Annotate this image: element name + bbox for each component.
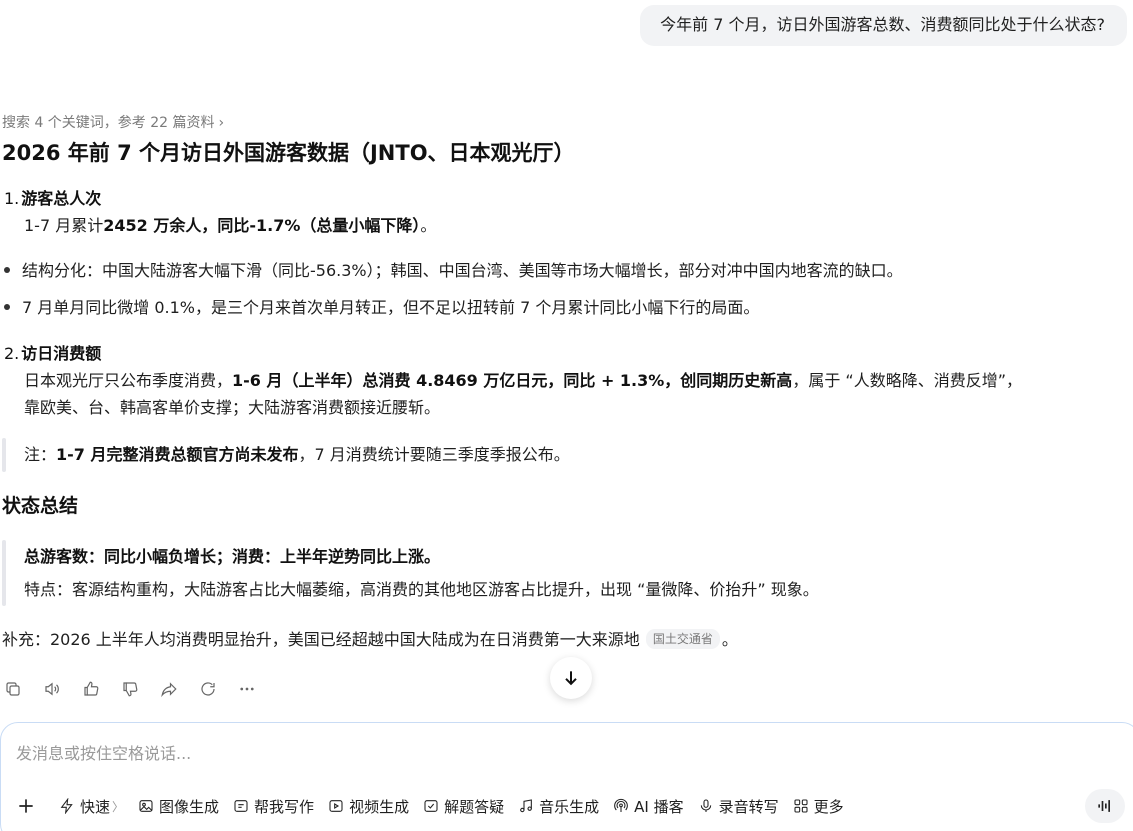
spending-line-bold: 1-6 月（上半年）总消费 4.8469 万亿日元，同比 + 1.3%，创同期历…: [232, 371, 793, 390]
tool-ai-podcast[interactable]: AI 播客: [613, 796, 684, 817]
supplement-text: 补充：2026 上半年人均消费明显抬升，美国已经超越中国大陆成为在日消费第一大来…: [2, 630, 640, 649]
spending-line-pre: 日本观光厅只公布季度消费，: [24, 371, 233, 390]
visitors-line-pre: 1-7 月累计: [24, 216, 104, 235]
note-line: 注：1-7 月完整消费总额官方尚未发布，7 月消费统计要随三季度季报公布。: [24, 442, 570, 468]
section-number: 2.: [4, 344, 20, 363]
arrow-down-icon: [565, 671, 577, 686]
lightning-icon: [60, 798, 73, 814]
grid-icon: [794, 799, 808, 813]
bullet-item: 结构分化：中国大陆游客大幅下滑（同比-56.3%）；韩国、中国台湾、美国等市场大…: [4, 258, 903, 284]
search-sources-link[interactable]: 搜索 4 个关键词，参考 22 篇资料 ›: [2, 112, 224, 134]
message-composer: 快速〉 图像生成 帮我写作 视频生成 解题答疑 音乐生成 AI 播客 录音转写: [0, 722, 1133, 831]
section-heading-text: 访日消费额: [21, 344, 102, 363]
tool-label: 更多: [813, 797, 844, 816]
plus-icon: [19, 799, 33, 813]
tool-image-generation[interactable]: 图像生成: [138, 796, 219, 817]
composer-toolbar: 快速〉 图像生成 帮我写作 视频生成 解题答疑 音乐生成 AI 播客 录音转写: [13, 793, 858, 819]
spending-line-1: 日本观光厅只公布季度消费，1-6 月（上半年）总消费 4.8469 万亿日元，同…: [24, 368, 1022, 394]
tool-writing[interactable]: 帮我写作: [233, 796, 314, 817]
tool-label: 快速: [80, 797, 111, 816]
section-heading-spending: 2. 访日消费额: [4, 342, 101, 366]
supplement-line: 补充：2026 上半年人均消费明显抬升，美国已经超越中国大陆成为在日消费第一大来…: [2, 627, 738, 653]
chevron-right-icon: 〉: [112, 799, 125, 814]
tool-label: 解题答疑: [444, 797, 505, 816]
copy-icon[interactable]: [4, 676, 43, 702]
message-input[interactable]: [16, 744, 916, 763]
regenerate-icon[interactable]: [199, 676, 238, 702]
mic-icon: [700, 799, 711, 812]
bullet-dot: [4, 267, 10, 273]
answer-title: 2026 年前 7 个月访日外国游客数据（JNTO、日本观光厅）: [2, 141, 575, 165]
tool-music-generation[interactable]: 音乐生成: [518, 796, 599, 817]
tool-label: 音乐生成: [539, 797, 600, 816]
thumbs-down-icon[interactable]: [121, 676, 160, 702]
chevron-right-icon: ›: [218, 115, 225, 131]
source-citation-tag[interactable]: 国土交通省: [645, 629, 720, 649]
user-message-text: 今年前 7 个月，访日外国游客总数、消费额同比处于什么状态?: [660, 15, 1105, 34]
spending-line-post: ，属于 “人数略降、消费反增”，: [792, 371, 1022, 390]
sound-wave-icon: [1098, 800, 1110, 812]
visitors-total-line: 1-7 月累计2452 万余人，同比-1.7%（总量小幅下降）。: [24, 213, 436, 239]
section-heading-text: 游客总人次: [21, 189, 102, 208]
speaker-icon[interactable]: [43, 676, 82, 702]
share-icon[interactable]: [160, 676, 199, 702]
thumbs-up-icon[interactable]: [82, 676, 121, 702]
tool-label: 图像生成: [159, 797, 220, 816]
scroll-to-bottom-button[interactable]: [550, 657, 592, 699]
tool-label: AI 播客: [634, 797, 684, 816]
note-post: ，7 月消费统计要随三季度季报公布。: [298, 445, 570, 464]
bullet-text: 结构分化：中国大陆游客大幅下滑（同比-56.3%）；韩国、中国台湾、美国等市场大…: [22, 261, 903, 280]
summary-feature-line: 特点：客源结构重构，大陆游客占比大幅萎缩，高消费的其他地区游客占比提升，出现 “…: [24, 580, 819, 599]
section-heading-visitors: 1. 游客总人次: [4, 187, 101, 211]
more-icon[interactable]: [238, 676, 277, 702]
image-icon: [139, 800, 153, 812]
music-icon: [520, 799, 532, 813]
section-number: 1.: [4, 189, 20, 208]
tool-recording-transcription[interactable]: 录音转写: [698, 796, 779, 817]
note-pre: 注：: [24, 445, 57, 464]
video-icon: [329, 800, 343, 812]
user-message-bubble: 今年前 7 个月，访日外国游客总数、消费额同比处于什么状态?: [640, 5, 1127, 46]
solve-icon: [424, 800, 438, 812]
summary-bold-line: 总游客数：同比小幅负增长；消费：上半年逆势同比上涨。: [24, 544, 440, 570]
podcast-icon: [614, 798, 628, 812]
note-bold: 1-7 月完整消费总额官方尚未发布: [56, 445, 299, 464]
tool-more[interactable]: 更多: [793, 796, 844, 817]
tool-label: 视频生成: [349, 797, 410, 816]
summary-bold-text: 总游客数：同比小幅负增长；消费：上半年逆势同比上涨。: [24, 547, 441, 566]
bullet-item: 7 月单月同比微增 0.1%，是三个月来首次单月转正，但不足以扭转前 7 个月累…: [4, 295, 759, 321]
summary-heading: 状态总结: [2, 495, 79, 517]
bullet-dot: [4, 304, 10, 310]
visitors-line-bold: 2452 万余人，同比-1.7%（总量小幅下降）: [103, 216, 421, 235]
search-sources-text: 搜索 4 个关键词，参考 22 篇资料: [2, 115, 215, 131]
visitors-line-post: 。: [420, 216, 437, 235]
quote-bar: [2, 438, 6, 472]
supplement-end: 。: [721, 630, 738, 649]
mode-quick-button[interactable]: 快速〉: [59, 796, 124, 817]
tool-problem-solving[interactable]: 解题答疑: [423, 796, 504, 817]
spending-line-2: 靠欧美、台、韩高客单价支撑；大陆游客消费额接近腰斩。: [24, 398, 441, 417]
message-actions: [4, 676, 277, 702]
quote-bar: [2, 540, 6, 606]
tool-video-generation[interactable]: 视频生成: [328, 796, 409, 817]
bullet-text: 7 月单月同比微增 0.1%，是三个月来首次单月转正，但不足以扭转前 7 个月累…: [22, 298, 760, 317]
tool-label: 帮我写作: [254, 797, 315, 816]
voice-input-button[interactable]: [1085, 789, 1125, 823]
write-icon: [234, 800, 248, 812]
attach-button[interactable]: [13, 793, 39, 819]
tool-label: 录音转写: [718, 797, 779, 816]
